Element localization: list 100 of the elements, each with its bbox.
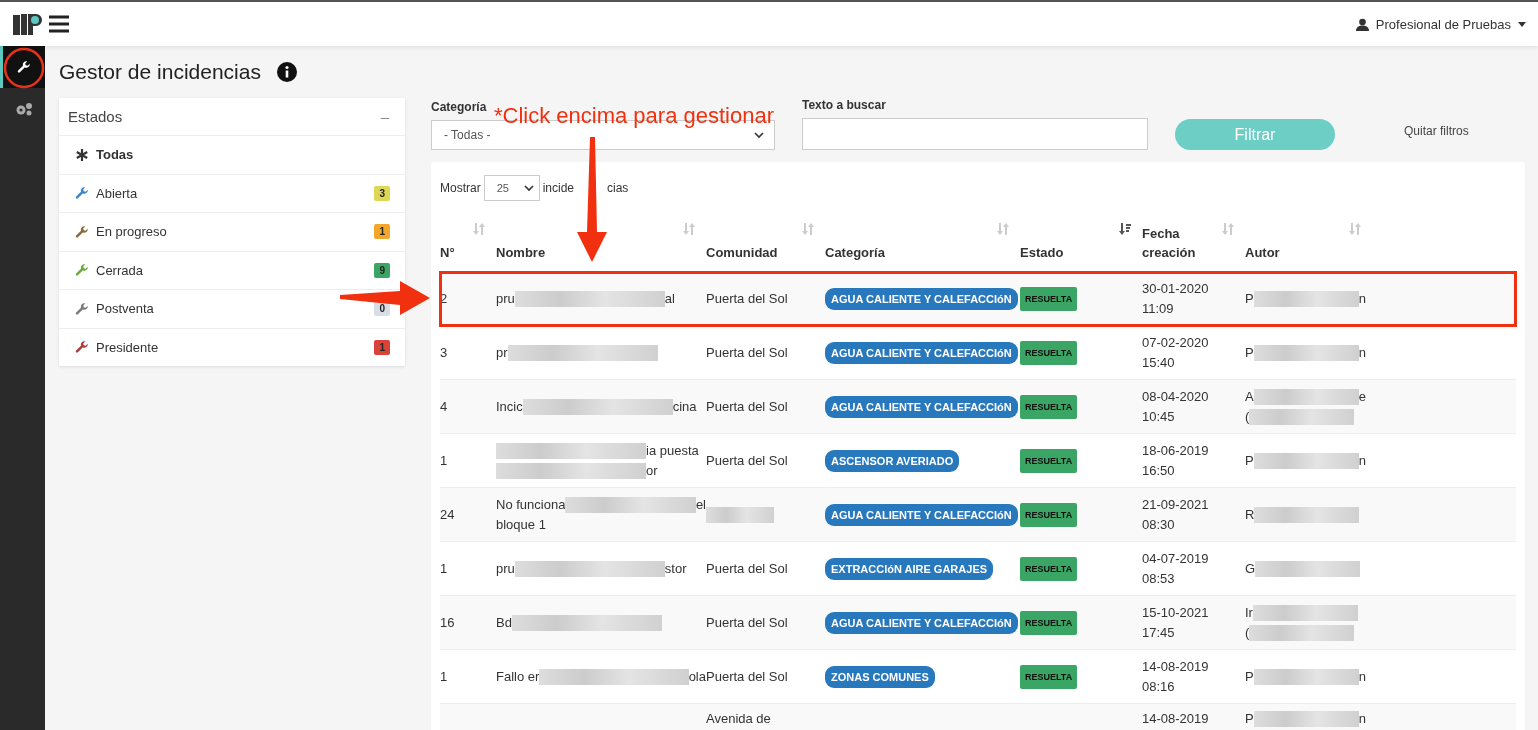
status-item[interactable]: Todas xyxy=(59,136,405,175)
wrench-icon xyxy=(17,60,31,74)
time-text: 11:09 xyxy=(1142,299,1175,318)
column-header[interactable]: Autor xyxy=(1245,243,1280,262)
cell-text: Puerta del Sol xyxy=(706,613,788,632)
cell-text: n xyxy=(1358,710,1366,728)
info-icon[interactable] xyxy=(276,62,297,82)
cell-text: 1 xyxy=(440,559,449,578)
cell-text: n xyxy=(1358,289,1366,308)
status-tag: RESUELTA xyxy=(1020,286,1078,311)
status-item[interactable]: En progreso 1 xyxy=(59,213,405,252)
cell-text: P xyxy=(1245,343,1254,362)
cell-text: A xyxy=(1245,387,1254,406)
sort-descending-icon[interactable] xyxy=(1118,222,1132,236)
cell-text: Puerta del Sol xyxy=(706,667,788,686)
wrench-icon xyxy=(75,263,89,278)
date-text: 15-10-2021 xyxy=(1142,603,1210,622)
date-text: 08-04-2020 xyxy=(1142,387,1210,406)
category-tag: AGUA CALIENTE Y CALEFACCIóN xyxy=(825,395,1018,418)
column-header[interactable]: Estado xyxy=(1020,243,1064,262)
clear-filters-link[interactable]: Quitar filtros xyxy=(1404,124,1469,138)
status-tag: RESUELTA xyxy=(1020,664,1078,689)
column-header[interactable]: Nombre xyxy=(496,243,546,262)
annotation-circle xyxy=(3,47,45,89)
menu-icon[interactable] xyxy=(48,15,70,33)
cell-text: Incic xyxy=(496,397,523,416)
column-header[interactable]: N° xyxy=(440,243,455,262)
sort-icon[interactable] xyxy=(682,222,696,236)
cell-text: el xyxy=(695,495,706,514)
cell-text: 3 xyxy=(440,343,449,362)
cell-text: Fallo er xyxy=(496,667,540,686)
time-text: 16:50 xyxy=(1142,461,1176,480)
status-item[interactable]: Presidente 1 xyxy=(59,328,405,366)
wrench-icon xyxy=(75,186,89,201)
cell-text: R xyxy=(1245,505,1255,524)
category-tag: AGUA CALIENTE Y CALEFACCIóN xyxy=(825,287,1018,310)
chevron-icon xyxy=(523,184,534,192)
column-header[interactable]: Comunidad xyxy=(706,243,778,262)
field-label: Categoría xyxy=(431,100,488,114)
status-item[interactable]: Cerrada 9 xyxy=(59,251,405,290)
cell-text: bloque 1 xyxy=(496,515,546,534)
cell-text: al xyxy=(664,289,675,308)
sort-icon[interactable] xyxy=(1348,222,1362,236)
cell-text: pr xyxy=(496,343,508,362)
table-row[interactable]: Avenida de 14-08-2019 P n xyxy=(440,704,1516,730)
cell-text: No funciona xyxy=(496,495,566,514)
date-text: 07-02-2020 xyxy=(1142,333,1210,352)
table-row[interactable]: 24 No funciona el bloque 1 AGUA CALIENTE Y CALEFACCIóN RESUELTA 21-09-2021 08:30 R xyxy=(440,488,1516,542)
cell-text: P xyxy=(1245,451,1254,470)
category-tag: AGUA CALIENTE Y CALEFACCIóN xyxy=(825,341,1018,364)
cell-text: 1 xyxy=(440,667,449,686)
search-field[interactable] xyxy=(802,118,1148,150)
table-row[interactable]: 4 Incic cina Puerta del Sol AGUA CALIENTE Y CALEFACCIóN RESUELTA 08-04-2020 10:45 A e ( xyxy=(440,380,1516,434)
cell-text: stor xyxy=(664,559,687,578)
field-label: Texto a buscar xyxy=(802,98,887,112)
cell-text: n xyxy=(1358,451,1366,470)
cell-text: ola xyxy=(688,667,706,686)
panel-title: Estados xyxy=(68,108,123,125)
cell-text: P xyxy=(1245,710,1254,728)
status-item[interactable]: Postventa 0 xyxy=(59,290,405,329)
show-suffix: cias xyxy=(607,181,629,195)
cell-text: 16 xyxy=(440,613,456,632)
show-label: Mostrar xyxy=(440,181,481,195)
cell-text: ( xyxy=(1245,623,1250,642)
cell-text: ( xyxy=(1245,407,1250,426)
count-badge: 1 xyxy=(374,224,390,240)
page-size-select[interactable]: 25 xyxy=(483,175,540,201)
status-item[interactable]: Abierta 3 xyxy=(59,174,405,213)
status-tag: RESUELTA xyxy=(1020,502,1078,527)
user-menu[interactable]: Profesional de Pruebas xyxy=(1355,16,1526,32)
wrench-icon xyxy=(75,224,89,239)
column-header[interactable]: Categoría xyxy=(825,243,885,262)
cell-text: Avenida de xyxy=(706,710,771,728)
cell-text: Bd xyxy=(496,613,512,632)
table-row[interactable]: 3 pr Puerta del Sol AGUA CALIENTE Y CALEFACCIóN RESUELTA 07-02-2020 15:40 P n xyxy=(440,326,1516,380)
cell-text: 24 xyxy=(440,505,456,524)
collapse-button[interactable]: – xyxy=(380,108,389,125)
date-text: 04-07-2019 xyxy=(1142,549,1210,568)
cell-text: ia puesta xyxy=(646,441,699,460)
count-badge: 1 xyxy=(374,339,390,355)
cell-text: P xyxy=(1245,289,1254,308)
date-text: 21-09-2021 xyxy=(1142,495,1210,514)
chevron-icon xyxy=(754,131,764,139)
column-header[interactable]: Fecha creación xyxy=(1142,224,1221,262)
date-text: 30-01-2020 xyxy=(1142,279,1210,298)
cell-text: or xyxy=(646,461,658,480)
sort-icon[interactable] xyxy=(1221,222,1235,236)
table-row[interactable]: 16 Bd Puerta del Sol AGUA CALIENTE Y CALEFACCIóN RESUELTA 15-10-2021 17:45 Ir ( xyxy=(440,596,1516,650)
cell-text: pru xyxy=(496,559,515,578)
sort-icon[interactable] xyxy=(801,222,815,236)
date-text: 14-08-2019 xyxy=(1142,710,1210,728)
status-tag: RESUELTA xyxy=(1020,610,1078,635)
category-tag: AGUA CALIENTE Y CALEFACCIóN xyxy=(825,503,1018,526)
cell-text: n xyxy=(1358,343,1366,362)
logo[interactable] xyxy=(12,11,44,37)
cell-text: P xyxy=(1245,667,1254,686)
cell-text: Puerta del Sol xyxy=(706,343,788,362)
time-text: 08:53 xyxy=(1142,569,1176,588)
sort-icon[interactable] xyxy=(996,222,1010,236)
sort-icon[interactable] xyxy=(472,222,486,236)
